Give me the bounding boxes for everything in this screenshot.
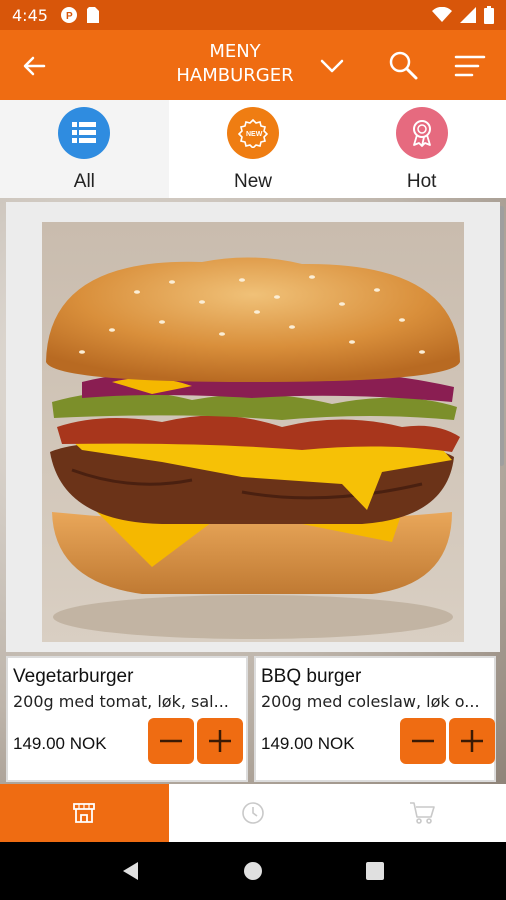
battery-icon <box>484 6 494 24</box>
plus-icon <box>209 730 231 752</box>
signal-icon <box>460 7 476 23</box>
filter-tab-new[interactable]: NEW New <box>169 100 338 198</box>
minus-icon <box>412 739 434 743</box>
product-description: 200g med tomat, løk, sal... <box>13 692 229 711</box>
product-grid[interactable]: Vegetarburger 200g med tomat, løk, sal..… <box>0 198 506 784</box>
featured-product-card[interactable] <box>6 202 500 652</box>
system-back-icon[interactable] <box>120 860 142 882</box>
filter-all-label: All <box>73 171 95 192</box>
product-name: Vegetarburger <box>13 666 134 687</box>
status-bar: 4:45 P <box>0 0 506 30</box>
nav-cart-tab[interactable] <box>337 784 506 842</box>
search-icon[interactable] <box>386 48 420 82</box>
product-card[interactable]: Vegetarburger 200g med tomat, løk, sal..… <box>6 656 248 782</box>
title-line-1: MENY <box>209 41 261 62</box>
filter-tabs: All NEW New Hot <box>0 100 506 198</box>
product-price: 149.00 NOK <box>13 734 107 753</box>
app-bar: MENY HAMBURGER <box>0 30 506 100</box>
nav-history-tab[interactable] <box>169 784 338 842</box>
burger-photo <box>42 222 464 642</box>
svg-text:P: P <box>66 11 73 22</box>
system-home-icon[interactable] <box>242 860 264 882</box>
system-navigation-bar <box>0 842 506 900</box>
filter-new-label: New <box>234 171 273 192</box>
sim-card-icon <box>86 7 99 23</box>
chevron-down-icon[interactable] <box>318 52 346 80</box>
minus-icon <box>160 739 182 743</box>
list-icon <box>72 122 97 143</box>
title-line-2: HAMBURGER <box>176 65 294 86</box>
cart-icon <box>409 802 435 824</box>
filter-new-badge: NEW <box>227 107 279 159</box>
wifi-icon <box>432 7 452 22</box>
filter-hot-badge <box>395 107 448 159</box>
back-arrow-icon[interactable] <box>18 50 50 82</box>
bottom-navigation <box>0 784 506 842</box>
filter-hot-label: Hot <box>406 171 437 192</box>
clock-icon <box>242 802 264 824</box>
page-title[interactable]: MENY HAMBURGER <box>150 40 320 88</box>
decrease-quantity-button[interactable] <box>148 718 194 764</box>
nav-menu-tab[interactable] <box>0 784 169 842</box>
notification-app-icon: P <box>60 7 77 23</box>
store-icon <box>73 803 96 823</box>
increase-quantity-button[interactable] <box>449 718 495 764</box>
increase-quantity-button[interactable] <box>197 718 243 764</box>
product-price: 149.00 NOK <box>261 734 355 753</box>
status-time: 4:45 <box>12 5 48 25</box>
product-description: 200g med coleslaw, løk o... <box>261 692 480 711</box>
burger-illustration <box>42 222 464 642</box>
award-ribbon-icon <box>412 120 431 147</box>
new-badge-icon: NEW <box>238 118 268 148</box>
filter-tab-all[interactable]: All <box>0 100 169 198</box>
svg-text:NEW: NEW <box>246 131 263 138</box>
plus-icon <box>461 730 483 752</box>
filter-tab-hot[interactable]: Hot <box>337 100 506 198</box>
system-recents-icon[interactable] <box>364 860 386 882</box>
product-card[interactable]: BBQ burger 200g med coleslaw, løk o... 1… <box>254 656 496 782</box>
sort-menu-icon[interactable] <box>452 50 488 82</box>
filter-all-badge <box>58 107 111 159</box>
decrease-quantity-button[interactable] <box>400 718 446 764</box>
product-name: BBQ burger <box>261 666 362 687</box>
